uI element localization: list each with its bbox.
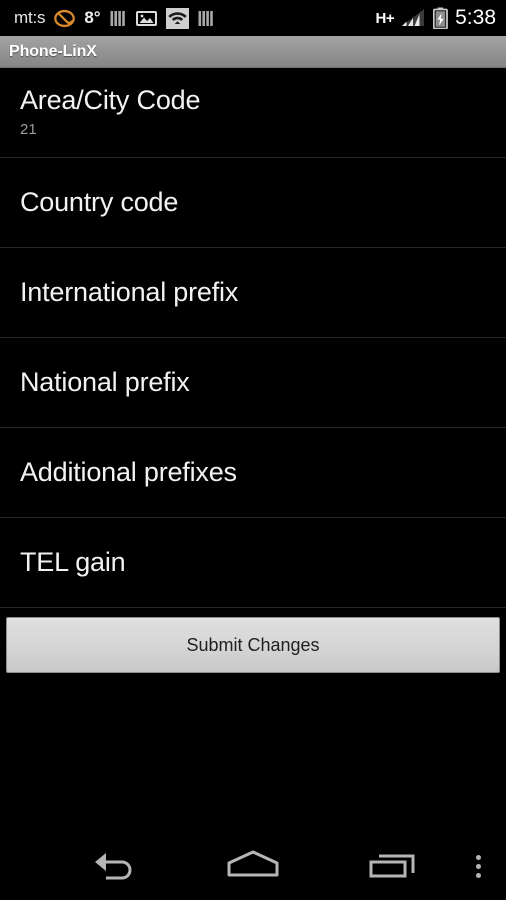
list-item[interactable]: National prefix <box>0 338 506 428</box>
android-screen: mt:s 8° H+ 5:38 Phone-LinX Area/City Cod… <box>0 0 506 900</box>
signal-bars-icon-2 <box>198 9 215 28</box>
preference-title: TEL gain <box>20 547 126 578</box>
overflow-menu-button[interactable] <box>458 832 498 900</box>
back-arrow-icon <box>84 847 140 886</box>
temperature-label: 8° <box>84 8 101 27</box>
home-button[interactable] <box>203 832 303 900</box>
list-item[interactable]: Area/City Code 21 <box>0 68 506 158</box>
preference-title: Country code <box>20 187 179 218</box>
status-bar-left: mt:s 8° <box>14 7 376 29</box>
image-gallery-icon <box>135 9 157 28</box>
carrier-label: mt:s <box>14 8 46 27</box>
status-bar-right: H+ 5:38 <box>376 6 496 30</box>
preference-list: Area/City Code 21 Country code Internati… <box>0 68 506 608</box>
home-icon <box>224 847 282 886</box>
list-item[interactable]: TEL gain <box>0 518 506 608</box>
preference-value: 21 <box>20 121 37 139</box>
list-item[interactable]: Country code <box>0 158 506 248</box>
list-item[interactable]: Additional prefixes <box>0 428 506 518</box>
list-item[interactable]: International prefix <box>0 248 506 338</box>
signal-bars-icon <box>110 9 127 28</box>
wifi-icon <box>165 7 189 29</box>
preference-title: Additional prefixes <box>20 457 237 488</box>
system-navigation-bar <box>0 832 506 900</box>
preference-title: National prefix <box>20 367 190 398</box>
more-options-icon <box>475 851 481 882</box>
submit-button-container: Submit Changes <box>0 617 506 673</box>
clock-label: 5:38 <box>455 6 496 29</box>
submit-changes-button[interactable]: Submit Changes <box>6 617 500 673</box>
call-forwarding-icon <box>54 8 76 29</box>
app-title-bar: Phone-LinX <box>0 36 506 68</box>
network-type-label: H+ <box>375 9 395 27</box>
app-title: Phone-LinX <box>9 43 97 60</box>
recent-apps-button[interactable] <box>344 832 444 900</box>
preference-title: Area/City Code <box>20 85 201 116</box>
battery-charging-icon <box>433 7 449 29</box>
preference-title: International prefix <box>20 277 239 308</box>
status-bar: mt:s 8° H+ 5:38 <box>0 0 506 36</box>
back-button[interactable] <box>62 832 162 900</box>
cellular-signal-icon <box>401 8 426 28</box>
recent-apps-icon <box>366 847 422 886</box>
